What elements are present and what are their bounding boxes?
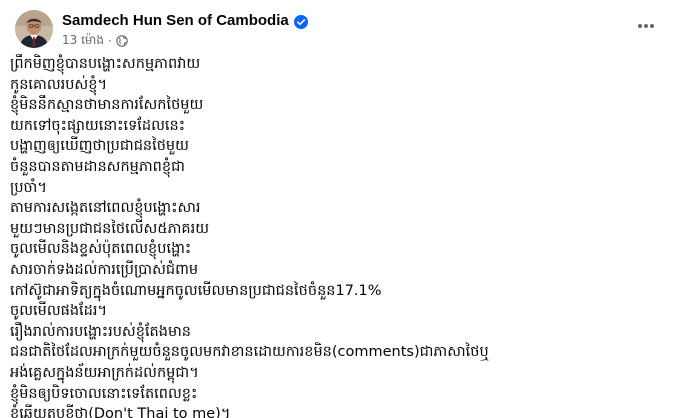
- globe-icon[interactable]: [116, 35, 128, 47]
- post-text-line: រឿងរាល់ការបង្ហោះរបស់ខ្ញុំតែងមាន: [10, 323, 191, 340]
- post-header: Samdech Hun Sen of Cambodia 13 ម៉ោង ·: [15, 10, 660, 56]
- post-text-line: សារចាក់ទងដល់ការប្រើប្រាស់ជំពាម: [10, 261, 199, 278]
- post-text-line: កូនគោលរបស់ខ្ញុំ។: [10, 76, 107, 93]
- post-text-line: តាមការសង្កេតនៅពេលខ្ញុំបង្ហោះសារ: [10, 200, 201, 217]
- post-card: Samdech Hun Sen of Cambodia 13 ម៉ោង · ព្…: [0, 0, 676, 418]
- meta-separator: ·: [107, 34, 112, 48]
- post-text-line: បង្ហាញឲ្យឃើញថាប្រជាជនថៃមួយ: [10, 138, 189, 155]
- post-timestamp[interactable]: 13 ម៉ោង: [62, 32, 104, 50]
- post-time-row: 13 ម៉ោង ·: [62, 32, 308, 50]
- post-text-line: ខ្ញុំមិនឲ្យបិទចោលនោះទេតែពេលខ្លះ: [10, 385, 198, 402]
- post-text-line: មួយៗមានប្រជាជនថៃលើស៥ភាគរយ: [10, 220, 210, 237]
- post-text-line: ព្រឹកមិញខ្ញុំបានបង្ហោះសកម្មភាពវាយ: [10, 56, 201, 72]
- post-body: ព្រឹកមិញខ្ញុំបានបង្ហោះសកម្មភាពវាយ កូនគោល…: [10, 54, 660, 418]
- post-text-line: ជនជាតិថៃដែលអាក្រក់មួយចំនួនចូលមកវាខានដោយក…: [10, 344, 489, 361]
- post-text-line: អង់គ្លេសក្នុងន័យអាក្រក់ដល់កម្ពុជា។: [10, 364, 199, 381]
- post-text-line: ចូលមើលនិងខ្ទស់ប៉ុតពេលខ្ញុំបង្ហោះ: [10, 241, 192, 258]
- post-text-line: ចំនួនបានតាមដានសកម្មភាពខ្ញុំជា: [10, 158, 185, 175]
- post-text-line: ខ្ញុំឆ្លើយតបខ្លីថា(Don't Thai to me)។: [10, 406, 231, 418]
- post-text-line: ខ្ញុំមិននឹកស្មានថាមានការសែកថៃមួយ: [10, 97, 204, 114]
- author-name[interactable]: Samdech Hun Sen of Cambodia: [62, 12, 289, 29]
- more-options-button[interactable]: [628, 8, 664, 44]
- post-text-line: ប្រចាំ។: [10, 179, 47, 196]
- post-text-line: ចូលមើលផងដែរ។: [10, 303, 107, 320]
- author-avatar[interactable]: [15, 10, 53, 48]
- post-text-line: កៅស៊ូជាអាទិត្យក្នុងចំណោមអ្នកចូលមើលមានប្រ…: [10, 282, 382, 299]
- post-meta: Samdech Hun Sen of Cambodia 13 ម៉ោង ·: [62, 10, 308, 50]
- author-row: Samdech Hun Sen of Cambodia: [62, 11, 308, 30]
- post-text-line: យកទៅចុះផ្សាយនោះទេដែលនេះ: [10, 117, 186, 134]
- avatar-portrait-icon: [15, 10, 53, 48]
- more-options-icon: [638, 24, 654, 28]
- verified-badge-icon: [293, 14, 308, 29]
